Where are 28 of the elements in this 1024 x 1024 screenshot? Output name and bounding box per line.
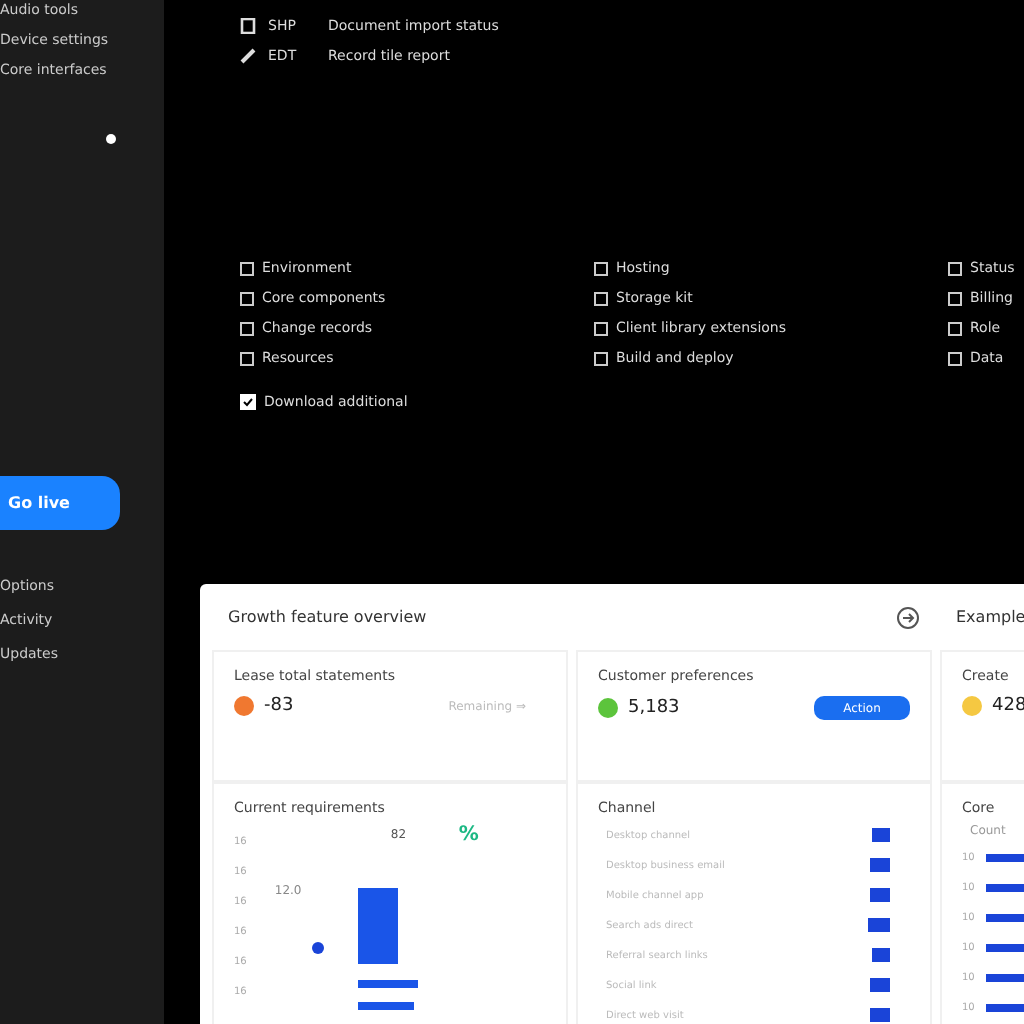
list-icon (594, 321, 608, 335)
list-icon (948, 321, 962, 335)
bar-icon (870, 858, 890, 872)
bar-icon (870, 888, 890, 902)
list-icon (948, 261, 962, 275)
dot-icon (106, 134, 116, 144)
bar-icon (872, 828, 890, 842)
list-icon (948, 291, 962, 305)
panel-title: Growth feature overview (228, 608, 427, 626)
primary-button[interactable]: Go live (0, 476, 120, 530)
bar-icon (871, 948, 890, 962)
list-icon (240, 321, 254, 335)
panel-title: Example (956, 608, 1024, 626)
bar-icon (868, 918, 890, 932)
bar-icon (869, 978, 890, 992)
list-icon (240, 291, 254, 305)
list-icon (594, 291, 608, 305)
list-icon (594, 351, 608, 365)
list-icon (240, 261, 254, 275)
card-value: -83 (264, 696, 296, 716)
list-icon (240, 351, 254, 365)
checkbox[interactable] (240, 394, 256, 410)
card-value: 5,183 (628, 698, 682, 718)
list-icon (594, 261, 608, 275)
pencil-icon (240, 48, 256, 64)
list-icon (948, 351, 962, 365)
bar-icon (870, 1008, 890, 1022)
percent-label: % (458, 824, 479, 846)
